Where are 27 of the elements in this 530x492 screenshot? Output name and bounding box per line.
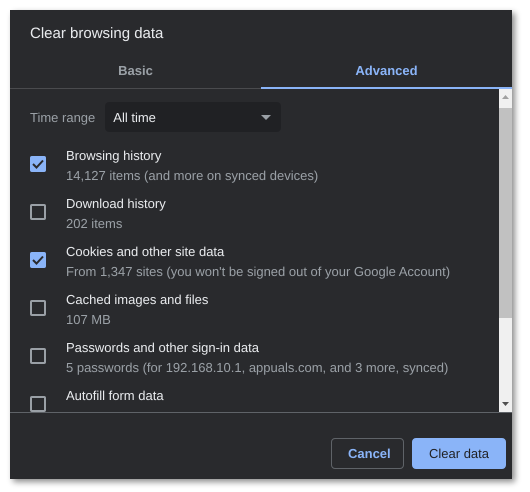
item-title: Passwords and other sign-in data xyxy=(66,340,260,355)
time-range-label: Time range xyxy=(30,110,96,124)
item-detail: 14,127 items (and more on synced devices) xyxy=(66,168,318,183)
tab[interactable]: Advanced xyxy=(261,54,512,89)
item-title: Download history xyxy=(66,196,166,211)
item-title: Cookies and other site data xyxy=(66,244,226,259)
dialog-title: Clear browsing data xyxy=(29,24,164,44)
checkbox[interactable] xyxy=(30,348,46,364)
clear-data-button[interactable]: Clear data xyxy=(412,438,506,469)
caret-icon xyxy=(261,114,272,120)
item-title: Browsing history xyxy=(66,148,162,163)
checkbox[interactable] xyxy=(30,156,46,172)
item-detail: 107 MB xyxy=(66,312,112,327)
checkbox[interactable] xyxy=(30,204,46,220)
item-title: Cached images and files xyxy=(66,292,208,307)
item-detail: 5 passwords (for 192.168.10.1, appuals.com, and 3 more, synced) xyxy=(66,360,448,375)
item-title: Autofill form data xyxy=(66,388,164,403)
checkbox[interactable] xyxy=(30,300,46,316)
cancel-button[interactable]: Cancel xyxy=(331,438,404,469)
scrollbar[interactable] xyxy=(499,89,512,412)
tab[interactable]: Basic xyxy=(10,54,261,89)
time-range-dropdown[interactable]: All time xyxy=(105,102,282,132)
scroll-down-arrow-icon[interactable] xyxy=(502,402,509,406)
item-detail: From 1,347 sites (you won't be signed out of your Google Account) xyxy=(66,264,450,279)
checkbox[interactable] xyxy=(30,396,46,412)
checkbox[interactable] xyxy=(30,252,46,268)
item-detail: 202 items xyxy=(66,216,124,231)
